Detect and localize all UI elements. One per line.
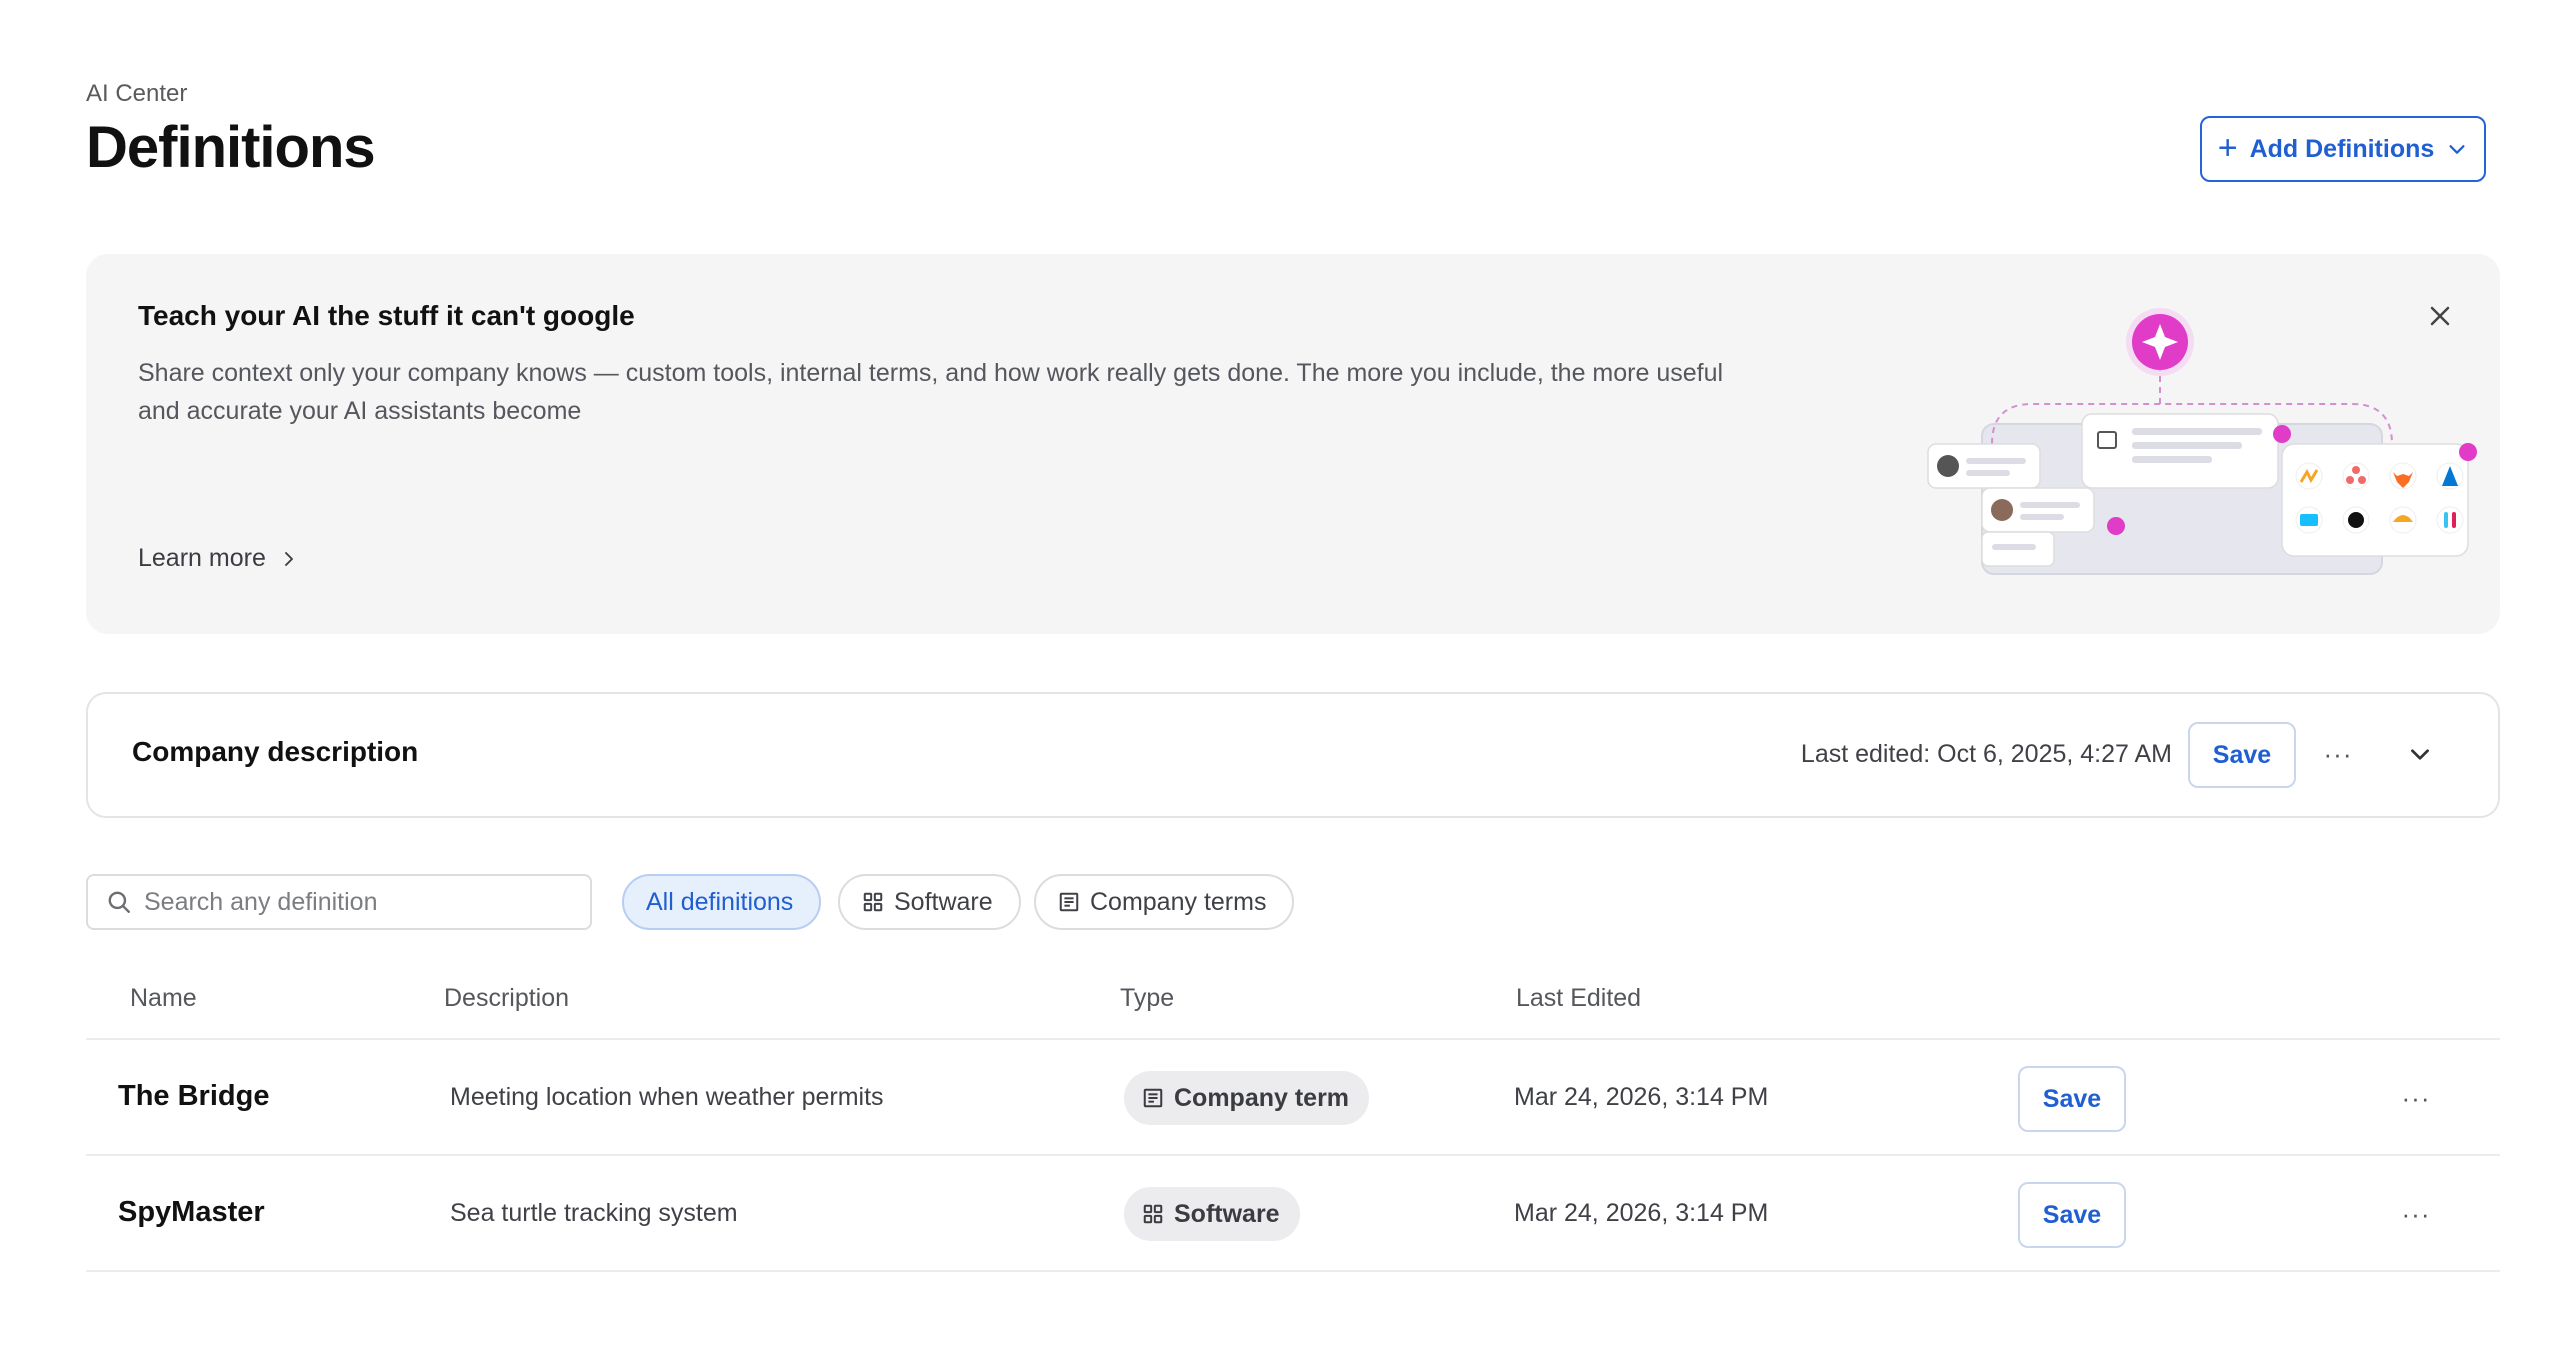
integrations-illustration (1927, 308, 2477, 575)
more-options-icon[interactable]: ··· (2394, 1192, 2438, 1236)
page-title: Definitions (86, 115, 376, 180)
chevron-down-icon (2411, 749, 2429, 760)
page-header: AI Center Definitions + Add Definitions (86, 0, 2486, 240)
row-save-button[interactable]: Save (2018, 1182, 2126, 1248)
expand-chevron-button[interactable] (2402, 736, 2438, 772)
filter-chip-software[interactable]: Software (838, 874, 1021, 930)
banner-title: Teach your AI the stuff it can't google (138, 300, 635, 331)
filter-chip-label: Software (894, 887, 993, 916)
grid-icon (1143, 1204, 1163, 1224)
table-row[interactable]: The Bridge Meeting location when weather… (86, 1040, 2500, 1156)
search-input[interactable] (144, 887, 564, 917)
row-save-button[interactable]: Save (2018, 1066, 2126, 1132)
filter-chip-company-terms[interactable]: Company terms (1034, 874, 1295, 930)
company-description-panel: Company description Last edited: Oct 6, … (86, 692, 2500, 818)
search-icon (108, 891, 130, 913)
breadcrumb[interactable]: AI Center (86, 80, 187, 108)
table-header: Name Description Type Last Edited (86, 960, 2500, 1040)
definition-description: Meeting location when weather permits (450, 1083, 884, 1111)
learn-more-label: Learn more (138, 544, 266, 572)
column-header-description[interactable]: Description (444, 984, 569, 1013)
company-save-button[interactable]: Save (2188, 722, 2296, 788)
definitions-table: Name Description Type Last Edited The Br… (86, 960, 2500, 1272)
promo-banner: Teach your AI the stuff it can't google … (86, 254, 2500, 634)
banner-text: Share context only your company knows — … (138, 359, 1724, 425)
filter-chip-label: Company terms (1090, 887, 1267, 916)
type-badge: Software (1124, 1187, 1300, 1241)
grid-icon (863, 892, 883, 912)
filter-chip-all[interactable]: All definitions (622, 874, 822, 930)
chevron-right-icon (284, 551, 293, 566)
column-header-name[interactable]: Name (130, 984, 197, 1013)
type-label: Company term (1174, 1083, 1350, 1112)
document-icon (1143, 1088, 1163, 1108)
definition-name: The Bridge (118, 1080, 270, 1112)
definition-name: SpyMaster (118, 1196, 265, 1228)
last-edited-date: Mar 24, 2026, 3:14 PM (1514, 1199, 1769, 1227)
plus-icon: + (2217, 129, 2238, 167)
search-field[interactable] (86, 874, 592, 930)
learn-more-link[interactable]: Learn more (138, 544, 298, 573)
last-edited-text: Last edited: Oct 6, 2025, 4:27 AM (1800, 740, 2172, 768)
company-description-title: Company description (132, 736, 419, 767)
type-label: Software (1174, 1199, 1280, 1228)
add-definitions-button[interactable]: + Add Definitions (2200, 116, 2486, 182)
filter-chip-label: All definitions (646, 887, 794, 916)
chevron-down-icon (2449, 145, 2465, 154)
more-options-icon[interactable]: ··· (2394, 1076, 2438, 1120)
type-badge: Company term (1124, 1071, 1370, 1125)
definition-description: Sea turtle tracking system (450, 1199, 738, 1227)
column-header-last-edited[interactable]: Last Edited (1516, 984, 1641, 1013)
table-row[interactable]: SpyMaster Sea turtle tracking system Sof… (86, 1156, 2500, 1272)
more-options-icon[interactable]: ··· (2316, 732, 2360, 776)
document-icon (1059, 892, 1079, 912)
add-definitions-label: Add Definitions (2249, 134, 2435, 163)
last-edited-date: Mar 24, 2026, 3:14 PM (1514, 1083, 1769, 1111)
column-header-type[interactable]: Type (1120, 984, 1174, 1013)
